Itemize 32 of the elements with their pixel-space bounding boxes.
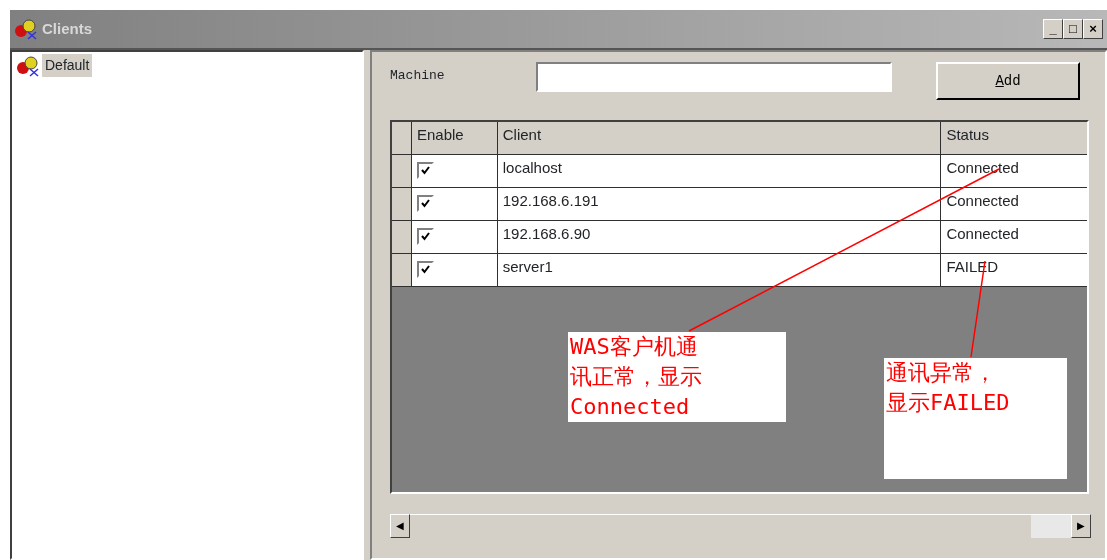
add-button[interactable]: Add — [936, 62, 1080, 100]
column-header: Enable — [411, 122, 498, 154]
row-header[interactable] — [392, 122, 412, 154]
status-cell: Connected — [941, 155, 1087, 187]
maximize-button[interactable]: □ — [1063, 19, 1083, 39]
status-cell: Connected — [941, 221, 1087, 253]
callout-note: WAS客户机通讯正常，显示Connected — [568, 332, 786, 422]
checkmark-icon — [418, 230, 432, 243]
client-cell: 192.168.6.191 — [497, 188, 942, 220]
callout-note: 通讯异常，显示FAILED — [884, 358, 1067, 479]
checkmark-icon — [418, 164, 432, 177]
tree-item[interactable]: Default — [42, 54, 93, 77]
scroll-thumb[interactable] — [1031, 515, 1071, 538]
client-cell: server1 — [497, 254, 942, 286]
minimize-button[interactable]: _ — [1043, 19, 1063, 39]
machine-label: Machine — [390, 67, 446, 85]
machine-field[interactable] — [536, 62, 892, 92]
column-header: Client — [497, 122, 942, 154]
row-header[interactable] — [392, 155, 412, 187]
scroll-left-button[interactable]: ◀ — [390, 514, 410, 538]
row-header[interactable] — [392, 221, 412, 253]
row-header[interactable] — [392, 254, 412, 286]
checkmark-icon — [418, 263, 432, 276]
scroll-right-button[interactable]: ▶ — [1071, 514, 1091, 538]
checkmark-icon — [418, 197, 432, 210]
status-cell: Connected — [941, 188, 1087, 220]
client-cell: localhost — [497, 155, 942, 187]
client-cell: 192.168.6.90 — [497, 221, 942, 253]
row-header[interactable] — [392, 188, 412, 220]
window-title: Clients — [42, 18, 92, 39]
column-header: Status — [941, 122, 1087, 154]
close-button[interactable]: × — [1083, 19, 1103, 39]
